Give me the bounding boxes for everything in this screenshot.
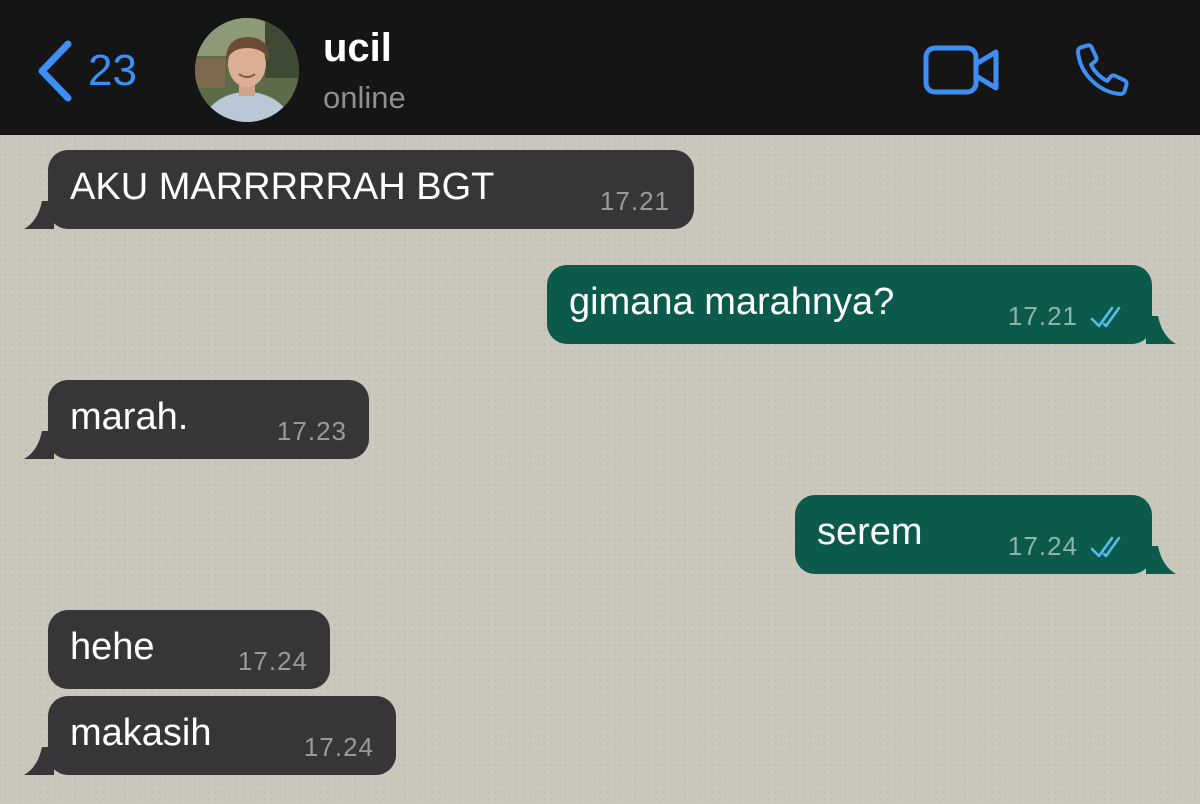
message-text: marah. — [70, 396, 189, 438]
read-receipt-icon — [1090, 536, 1121, 558]
phone-icon — [1075, 43, 1129, 97]
message-list[interactable]: AKU MARRRRRAH BGT 17.21 gimana marahnya?… — [0, 135, 1200, 804]
unread-count: 23 — [88, 46, 137, 95]
chevron-left-icon — [38, 40, 72, 102]
message-bubble-outgoing[interactable]: gimana marahnya? 17.21 — [547, 265, 1176, 344]
avatar[interactable] — [195, 18, 299, 122]
message-text: gimana marahnya? — [569, 281, 895, 323]
message-bubble-incoming[interactable]: marah. 17.23 — [24, 380, 369, 459]
message-text: AKU MARRRRRAH BGT — [70, 166, 495, 208]
message-text: serem — [817, 511, 923, 553]
message-text: makasih — [70, 712, 212, 754]
contact-name[interactable]: ucil — [323, 28, 392, 68]
message-time: 17.24 — [1007, 531, 1078, 561]
message-time: 17.24 — [303, 732, 374, 762]
message-time: 17.21 — [599, 186, 670, 216]
bubble-tail — [24, 201, 54, 229]
bubble-tail — [24, 431, 54, 459]
video-call-button[interactable] — [922, 40, 1002, 100]
bubble-tail — [24, 747, 54, 775]
video-call-icon — [923, 45, 999, 95]
message-bubble-incoming[interactable]: hehe 17.24 — [48, 610, 330, 689]
chat-header: 23 ucil online — [0, 0, 1200, 135]
message-text: hehe — [70, 626, 155, 668]
message-bubble-incoming[interactable]: makasih 17.24 — [24, 696, 396, 775]
message-time: 17.21 — [1007, 301, 1078, 331]
read-receipt-icon — [1090, 306, 1121, 328]
contact-status: online — [323, 80, 406, 115]
message-time: 17.23 — [276, 416, 347, 446]
bubble-tail — [1146, 316, 1176, 344]
message-time: 17.24 — [237, 646, 308, 676]
voice-call-button[interactable] — [1070, 38, 1134, 102]
message-bubble-incoming[interactable]: AKU MARRRRRAH BGT 17.21 — [24, 150, 694, 229]
back-button[interactable]: 23 — [34, 36, 137, 106]
bubble-tail — [1146, 546, 1176, 574]
message-bubble-outgoing[interactable]: serem 17.24 — [795, 495, 1176, 574]
